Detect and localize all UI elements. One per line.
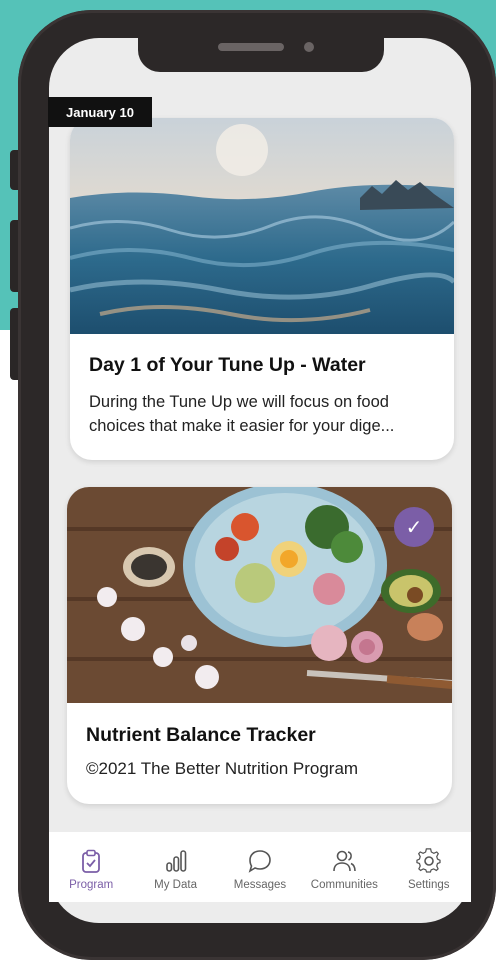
tab-messages[interactable]: Messages <box>220 848 300 891</box>
gear-icon <box>416 848 441 873</box>
tab-label: Settings <box>407 879 450 891</box>
checkmark-icon: ✓ <box>405 516 423 539</box>
tab-my-data[interactable]: My Data <box>136 848 216 891</box>
notch <box>138 38 384 72</box>
ocean-waves-image <box>70 118 454 334</box>
card-title: Day 1 of Your Tune Up - Water <box>89 354 366 376</box>
people-icon <box>333 850 357 872</box>
content-card-water[interactable]: Day 1 of Your Tune Up - Water During the… <box>70 118 454 460</box>
bar-chart-icon <box>165 850 186 872</box>
bottom-tab-bar: Program My Data Messages Communities Set… <box>49 832 471 902</box>
tab-settings[interactable]: Settings <box>389 848 469 891</box>
content-card-nutrient-tracker[interactable]: ✓ Nutrient Balance Tracker ©2021 The Bet… <box>67 487 452 804</box>
chat-bubble-icon <box>248 850 271 873</box>
food-bowl-image: ✓ <box>67 487 452 703</box>
tab-label: Communities <box>310 879 378 891</box>
front-camera <box>304 42 314 52</box>
tab-label: Program <box>69 879 114 891</box>
card-description: During the Tune Up we will focus on food… <box>89 393 395 435</box>
card-title: Nutrient Balance Tracker <box>86 724 316 746</box>
tab-communities[interactable]: Communities <box>304 848 384 891</box>
card-description: ©2021 The Better Nutrition Program <box>86 759 359 778</box>
clipboard-check-icon <box>82 849 101 873</box>
tab-label: My Data <box>154 879 197 891</box>
tab-program[interactable]: Program <box>51 848 131 891</box>
speaker-grille <box>218 43 284 51</box>
tab-label: Messages <box>233 879 287 891</box>
completed-badge: ✓ <box>394 507 434 547</box>
date-tag: January 10 <box>48 97 152 127</box>
